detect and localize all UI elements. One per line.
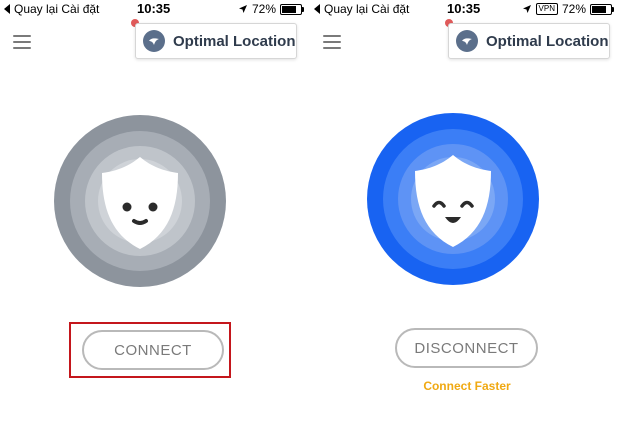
status-bar: Quay lại Cài đặt 10:35 72% xyxy=(0,0,310,18)
globe-icon xyxy=(143,30,165,52)
battery-percent: 72% xyxy=(561,2,586,16)
menu-icon[interactable] xyxy=(13,35,31,53)
vpn-badge: VPN xyxy=(535,3,558,15)
connection-orb[interactable] xyxy=(367,113,539,285)
back-arrow-icon xyxy=(4,4,10,14)
connect-faster-link[interactable]: Connect Faster xyxy=(398,379,536,393)
back-label: Quay lại Cài đặt xyxy=(324,2,410,16)
menu-icon[interactable] xyxy=(323,35,341,53)
battery-percent: 72% xyxy=(251,2,276,16)
location-label: Optimal Location xyxy=(173,32,296,50)
disconnect-button[interactable]: DISCONNECT xyxy=(395,328,538,368)
location-selector-button[interactable]: Optimal Location xyxy=(448,23,610,59)
location-label: Optimal Location xyxy=(486,32,609,50)
back-to-settings-link[interactable]: Quay lại Cài đặt xyxy=(4,2,99,16)
back-arrow-icon xyxy=(314,4,320,14)
back-to-settings-link[interactable]: Quay lại Cài đặt xyxy=(314,2,409,16)
status-right-group: 72% xyxy=(238,2,304,16)
connect-button[interactable]: CONNECT xyxy=(82,330,224,370)
screenshots-pair: Quay lại Cài đặt 10:35 72% Optimal Locat… xyxy=(0,0,620,426)
back-label: Quay lại Cài đặt xyxy=(14,2,100,16)
status-right-group: VPN 72% xyxy=(522,2,614,16)
location-arrow-icon xyxy=(522,4,532,14)
location-arrow-icon xyxy=(238,4,248,14)
shield-face-icon xyxy=(102,157,178,249)
status-time: 10:35 xyxy=(447,1,481,16)
globe-icon xyxy=(456,30,478,52)
location-selector-button[interactable]: Optimal Location xyxy=(135,23,297,59)
battery-icon xyxy=(590,3,614,15)
vpn-screen-connected: Quay lại Cài đặt 10:35 VPN 72% Optimal L… xyxy=(310,0,620,426)
connection-orb[interactable] xyxy=(54,115,226,287)
battery-icon xyxy=(280,3,304,15)
vpn-screen-disconnected: Quay lại Cài đặt 10:35 72% Optimal Locat… xyxy=(0,0,310,426)
shield-face-icon xyxy=(415,155,491,247)
status-bar: Quay lại Cài đặt 10:35 VPN 72% xyxy=(310,0,620,18)
status-time: 10:35 xyxy=(137,1,171,16)
